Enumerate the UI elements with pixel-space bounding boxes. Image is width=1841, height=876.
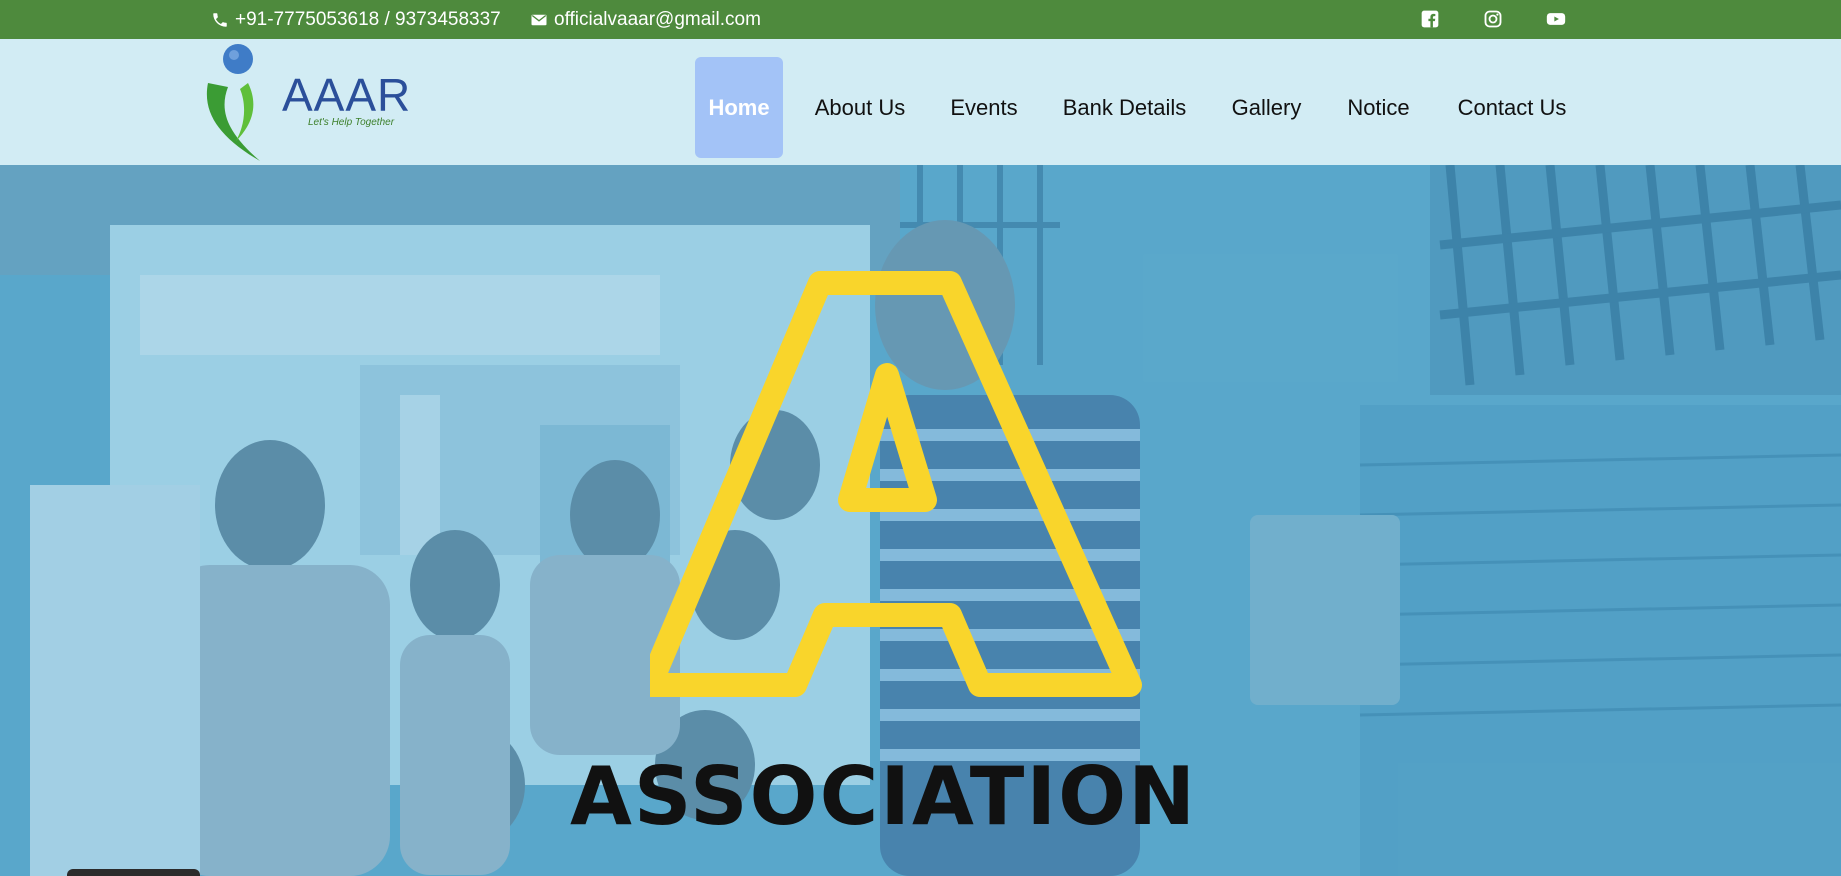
nav-home[interactable]: Home (695, 57, 783, 158)
facebook-icon[interactable] (1419, 8, 1441, 30)
logo-wordmark: AAAR (282, 69, 412, 121)
nav-events[interactable]: Events (950, 57, 1017, 158)
youtube-icon[interactable] (1545, 8, 1567, 30)
email-contact[interactable]: officialvaaar@gmail.com (530, 0, 761, 39)
nav-contact-us[interactable]: Contact Us (1456, 57, 1568, 158)
association-a-logo-icon (650, 271, 1142, 697)
top-contact-bar: +91-7775053618 / 9373458337 officialvaaa… (0, 0, 1841, 39)
nav-about-us[interactable]: About Us (814, 57, 906, 158)
email-text: officialvaaar@gmail.com (554, 8, 761, 30)
instagram-icon[interactable] (1482, 8, 1504, 30)
logo-tagline: Let's Help Together (308, 117, 395, 128)
envelope-icon (530, 11, 548, 29)
phone-contact[interactable]: +91-7775053618 / 9373458337 (211, 0, 501, 39)
nav-gallery[interactable]: Gallery (1231, 57, 1302, 158)
phone-icon (211, 11, 229, 29)
bottom-left-tab[interactable] (67, 869, 200, 876)
logo-figure-icon (206, 44, 260, 161)
phone-text: +91-7775053618 / 9373458337 (235, 8, 501, 30)
nav-bank-details[interactable]: Bank Details (1062, 57, 1187, 158)
hero-title: ASSOCIATION (570, 750, 1198, 843)
hero-banner: ASSOCIATION (0, 165, 1841, 876)
nav-notice[interactable]: Notice (1345, 57, 1412, 158)
site-logo[interactable]: AAAR Let's Help Together (200, 43, 410, 163)
